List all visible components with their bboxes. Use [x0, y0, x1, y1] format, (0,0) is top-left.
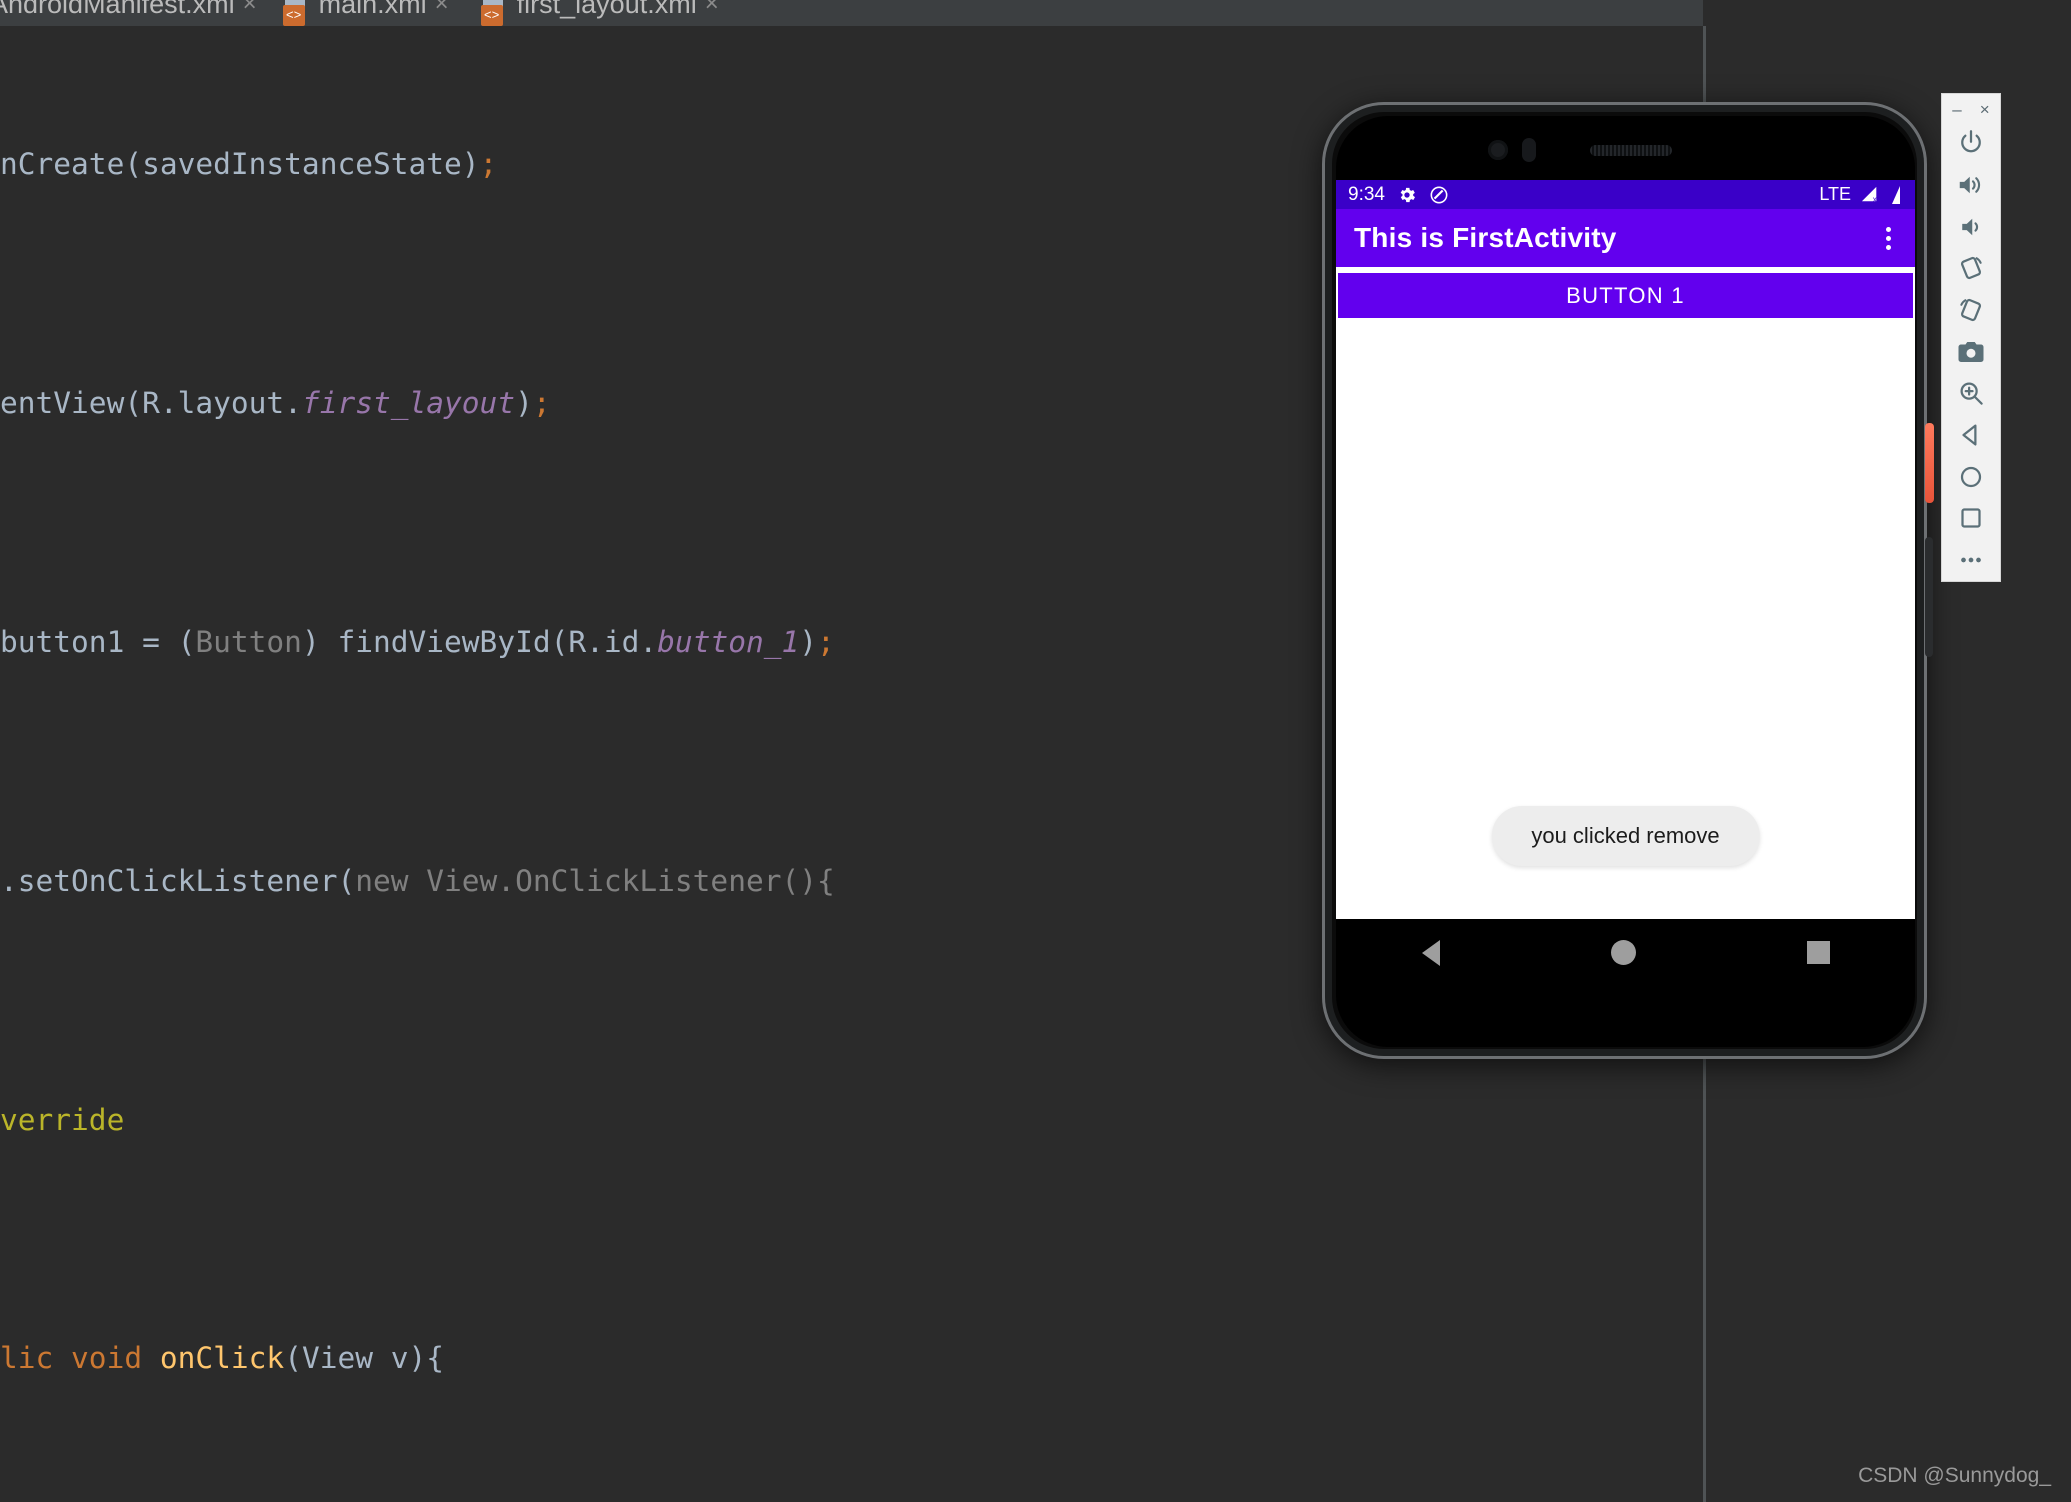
xml-file-icon: <>	[479, 0, 509, 26]
device-screen[interactable]: 9:34 LTE x This is FirstActivity BUTTON …	[1336, 180, 1915, 986]
tab-close-icon[interactable]: ×	[705, 0, 719, 18]
nav-back-icon[interactable]	[1421, 939, 1440, 966]
app-action-bar: This is FirstActivity	[1336, 209, 1915, 267]
nav-home-icon[interactable]	[1610, 940, 1636, 965]
code-line: button1 = (Button) findViewById(R.id.but…	[0, 624, 835, 659]
toast-text: you clicked remove	[1531, 823, 1720, 848]
tab-close-icon[interactable]: ×	[243, 0, 257, 18]
code-line: lic void onClick(View v){	[0, 1341, 445, 1376]
do-not-disturb-icon	[1430, 186, 1448, 203]
signal-no-service-icon: x	[1861, 186, 1877, 204]
watermark: CSDN @Sunnydog_	[1858, 1464, 2051, 1487]
nav-recents-icon[interactable]	[1806, 941, 1830, 964]
code-content: nCreate(savedInstanceState); entView(R.l…	[0, 26, 1234, 1476]
tab-main-xml[interactable]: <> main.xml ×	[277, 0, 455, 26]
emulator-close-button[interactable]: ×	[1980, 101, 1990, 122]
overflow-menu-icon[interactable]	[1886, 226, 1897, 250]
volume-down-icon[interactable]	[1948, 206, 1994, 248]
device-bezel: 9:34 LTE x This is FirstActivity BUTTON …	[1336, 116, 1915, 1047]
zoom-icon[interactable]	[1948, 373, 1994, 415]
overview-icon[interactable]	[1948, 498, 1994, 540]
ide-window: AndroidManifest.xml × <> main.xml × <> f…	[0, 0, 2071, 1502]
rotate-right-icon[interactable]	[1948, 289, 1994, 331]
earpiece-speaker-icon	[1590, 145, 1672, 156]
activity-content: you clicked remove	[1336, 318, 1915, 986]
rotate-left-icon[interactable]	[1948, 247, 1994, 289]
volume-up-icon[interactable]	[1948, 164, 1994, 206]
status-clock: 9:34	[1348, 183, 1385, 205]
android-status-bar: 9:34 LTE x	[1336, 180, 1915, 209]
device-power-button[interactable]	[1925, 423, 1934, 503]
toast-message: you clicked remove	[1491, 806, 1760, 866]
tab-label: AndroidManifest.xml	[0, 0, 235, 19]
editor-tab-bar: AndroidManifest.xml × <> main.xml × <> f…	[0, 0, 1703, 26]
back-icon[interactable]	[1948, 414, 1994, 456]
more-icon[interactable]	[1948, 539, 1994, 581]
code-line: verride	[0, 1102, 125, 1137]
home-icon[interactable]	[1948, 456, 1994, 498]
status-network-label: LTE	[1819, 184, 1851, 204]
code-line: .setOnClickListener(new View.OnClickList…	[0, 863, 835, 898]
button-1[interactable]: BUTTON 1	[1338, 273, 1913, 318]
xml-file-icon: <>	[281, 0, 311, 26]
tab-androidmanifest-xml[interactable]: AndroidManifest.xml ×	[0, 0, 263, 26]
xml-badge: <>	[282, 5, 305, 26]
tab-first-layout-xml[interactable]: <> first_layout.xml ×	[475, 0, 725, 26]
tab-label: main.xml	[318, 0, 427, 19]
sensor-icon	[1522, 138, 1536, 162]
power-icon[interactable]	[1948, 122, 1994, 164]
tab-label: first_layout.xml	[516, 0, 697, 19]
tab-close-icon[interactable]: ×	[435, 0, 449, 18]
battery-icon	[1892, 185, 1900, 204]
front-camera-icon	[1488, 140, 1508, 160]
android-emulator-device[interactable]: 9:34 LTE x This is FirstActivity BUTTON …	[1322, 102, 1934, 1059]
code-line: entView(R.layout.first_layout);	[0, 386, 551, 421]
camera-icon[interactable]	[1948, 331, 1994, 373]
device-volume-button[interactable]	[1925, 537, 1933, 657]
button-1-label: BUTTON 1	[1566, 282, 1685, 308]
code-line: nCreate(savedInstanceState);	[0, 147, 498, 182]
settings-gear-icon	[1400, 187, 1415, 202]
emulator-toolbar: – ×	[1941, 93, 2001, 582]
svg-text:x: x	[1873, 195, 1877, 204]
xml-badge: <>	[480, 5, 503, 26]
app-title: This is FirstActivity	[1354, 222, 1617, 253]
android-navigation-bar	[1336, 919, 1915, 986]
emulator-minimize-button[interactable]: –	[1952, 101, 1961, 122]
